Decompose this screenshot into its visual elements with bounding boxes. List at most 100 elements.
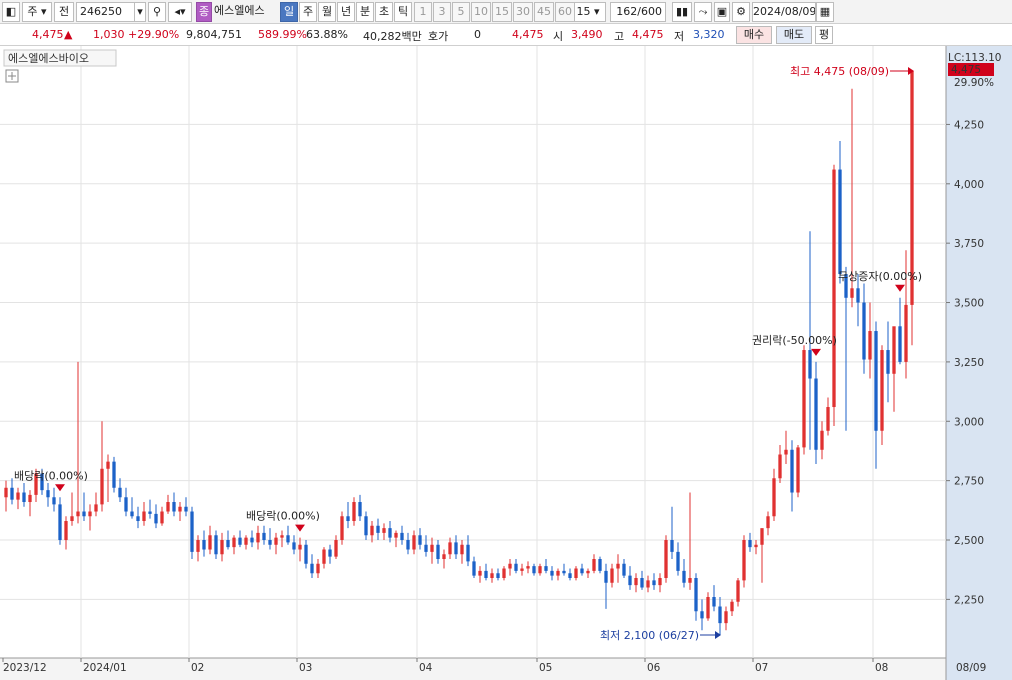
candle-body <box>544 566 548 571</box>
candle-body <box>850 288 854 298</box>
candle-body <box>136 516 140 522</box>
period-tab-5[interactable]: 초 <box>375 2 393 22</box>
candle-body <box>268 540 272 545</box>
save-icon[interactable]: ▣ <box>714 2 730 22</box>
candle-body <box>892 326 896 374</box>
change-pct: +29.90% <box>128 28 180 41</box>
candle-body <box>316 563 320 574</box>
event-label: 배당락(0.00%) <box>14 469 88 482</box>
candle-body <box>682 570 686 583</box>
code-input[interactable]: 246250 <box>76 2 136 22</box>
candle-body <box>208 535 212 550</box>
candle-body <box>214 535 218 555</box>
candle-body <box>526 566 530 569</box>
period-tab-1[interactable]: 주 <box>299 2 317 22</box>
low-value: 3,320 <box>693 28 725 41</box>
candle-body <box>898 326 902 362</box>
date-input[interactable]: 2024/08/09 <box>752 2 816 22</box>
interval-button-5[interactable]: 5 <box>452 2 470 22</box>
chart-type-icon[interactable]: ▮▮ <box>672 2 692 22</box>
x-tick-label-last: 08/09 <box>956 662 986 674</box>
candle-body <box>706 597 710 619</box>
candle-body <box>196 540 200 552</box>
interval-button-10[interactable]: 10 <box>471 2 491 22</box>
candle-body <box>202 540 206 550</box>
candle <box>832 164 836 427</box>
period-tab-3[interactable]: 년 <box>337 2 355 22</box>
candle-body <box>694 578 698 612</box>
price-chart[interactable]: 4,250 4,000 3,750 3,500 3,250 3,000 2,750 2,500… <box>0 46 1012 680</box>
candle <box>910 71 914 346</box>
menu-icon[interactable]: ◧ <box>2 2 20 22</box>
candle-body <box>430 544 434 552</box>
candle-body <box>766 516 770 529</box>
candle-body <box>142 511 146 522</box>
low-label: 저 <box>674 30 685 43</box>
interval-button-3[interactable]: 3 <box>433 2 451 22</box>
candle-body <box>328 549 332 557</box>
candle-body <box>472 561 476 576</box>
last-price-label: 4,475 <box>951 64 981 76</box>
speaker-icon[interactable]: ◂▾ <box>168 2 192 22</box>
candle-body <box>802 350 806 448</box>
candle-body <box>250 537 254 543</box>
period-tab-2[interactable]: 월 <box>318 2 336 22</box>
buy-button[interactable]: 매수 <box>736 26 772 44</box>
candle-body <box>418 535 422 545</box>
interval-button-30[interactable]: 30 <box>513 2 533 22</box>
stock-tag: 종 <box>196 2 212 22</box>
candle-body <box>4 487 8 498</box>
candle-body <box>148 511 152 514</box>
high-label: 고 <box>614 30 625 43</box>
code-dropdown-icon[interactable]: ▾ <box>134 2 146 22</box>
market-select[interactable]: 주 ▾ <box>22 2 52 22</box>
candle-body <box>634 578 638 586</box>
candle-body <box>532 566 536 574</box>
candle <box>598 556 602 574</box>
search-icon[interactable]: ⚲ <box>148 2 166 22</box>
period-tab-0[interactable]: 일 <box>280 2 298 22</box>
candle-body <box>400 532 404 541</box>
candle-body <box>538 566 542 574</box>
gear-icon[interactable]: ⚙ <box>732 2 750 22</box>
candle-body <box>352 502 356 522</box>
interval-button-45[interactable]: 45 <box>534 2 554 22</box>
interval-button-1[interactable]: 1 <box>414 2 432 22</box>
calendar-icon[interactable]: ▦ <box>816 2 834 22</box>
count-input[interactable]: 162/600 <box>610 2 666 22</box>
period-tab-6[interactable]: 틱 <box>394 2 412 22</box>
x-tick-label: 08 <box>875 662 888 674</box>
candle-body <box>586 570 590 574</box>
candle-body <box>502 568 506 579</box>
candle-body <box>340 516 344 541</box>
open-label: 시 <box>553 30 564 43</box>
candle-body <box>826 407 830 431</box>
candle-body <box>874 331 878 431</box>
candle-body <box>814 378 818 450</box>
prev-button[interactable]: 전 <box>54 2 74 22</box>
candle-body <box>322 549 326 564</box>
interval-button-15[interactable]: 15 <box>492 2 512 22</box>
candle-body <box>478 570 482 576</box>
candle-body <box>388 528 392 538</box>
candle-body <box>172 502 176 512</box>
candle-body <box>412 535 416 550</box>
event-label: 무상증자(0.00%) <box>838 270 922 283</box>
interval-select-value: 15 <box>576 5 591 18</box>
period-tab-4[interactable]: 분 <box>356 2 374 22</box>
average-button[interactable]: 평 <box>815 26 833 44</box>
x-tick-label: 2024/01 <box>83 662 127 674</box>
candle-body <box>790 449 794 493</box>
sell-button[interactable]: 매도 <box>776 26 812 44</box>
candle-body <box>808 350 812 379</box>
interval-button-60[interactable]: 60 <box>555 2 575 22</box>
interval-select[interactable]: 15 ▾ <box>570 2 606 22</box>
indicator-icon[interactable]: ⤳ <box>694 2 712 22</box>
lc-label: LC:113.10 <box>948 52 1001 64</box>
candle-body <box>868 331 872 360</box>
candle-body <box>610 568 614 583</box>
x-tick-label: 07 <box>755 662 768 674</box>
candle-body <box>16 492 20 500</box>
turnover: 63.88% <box>306 28 348 41</box>
candle-body <box>334 540 338 557</box>
